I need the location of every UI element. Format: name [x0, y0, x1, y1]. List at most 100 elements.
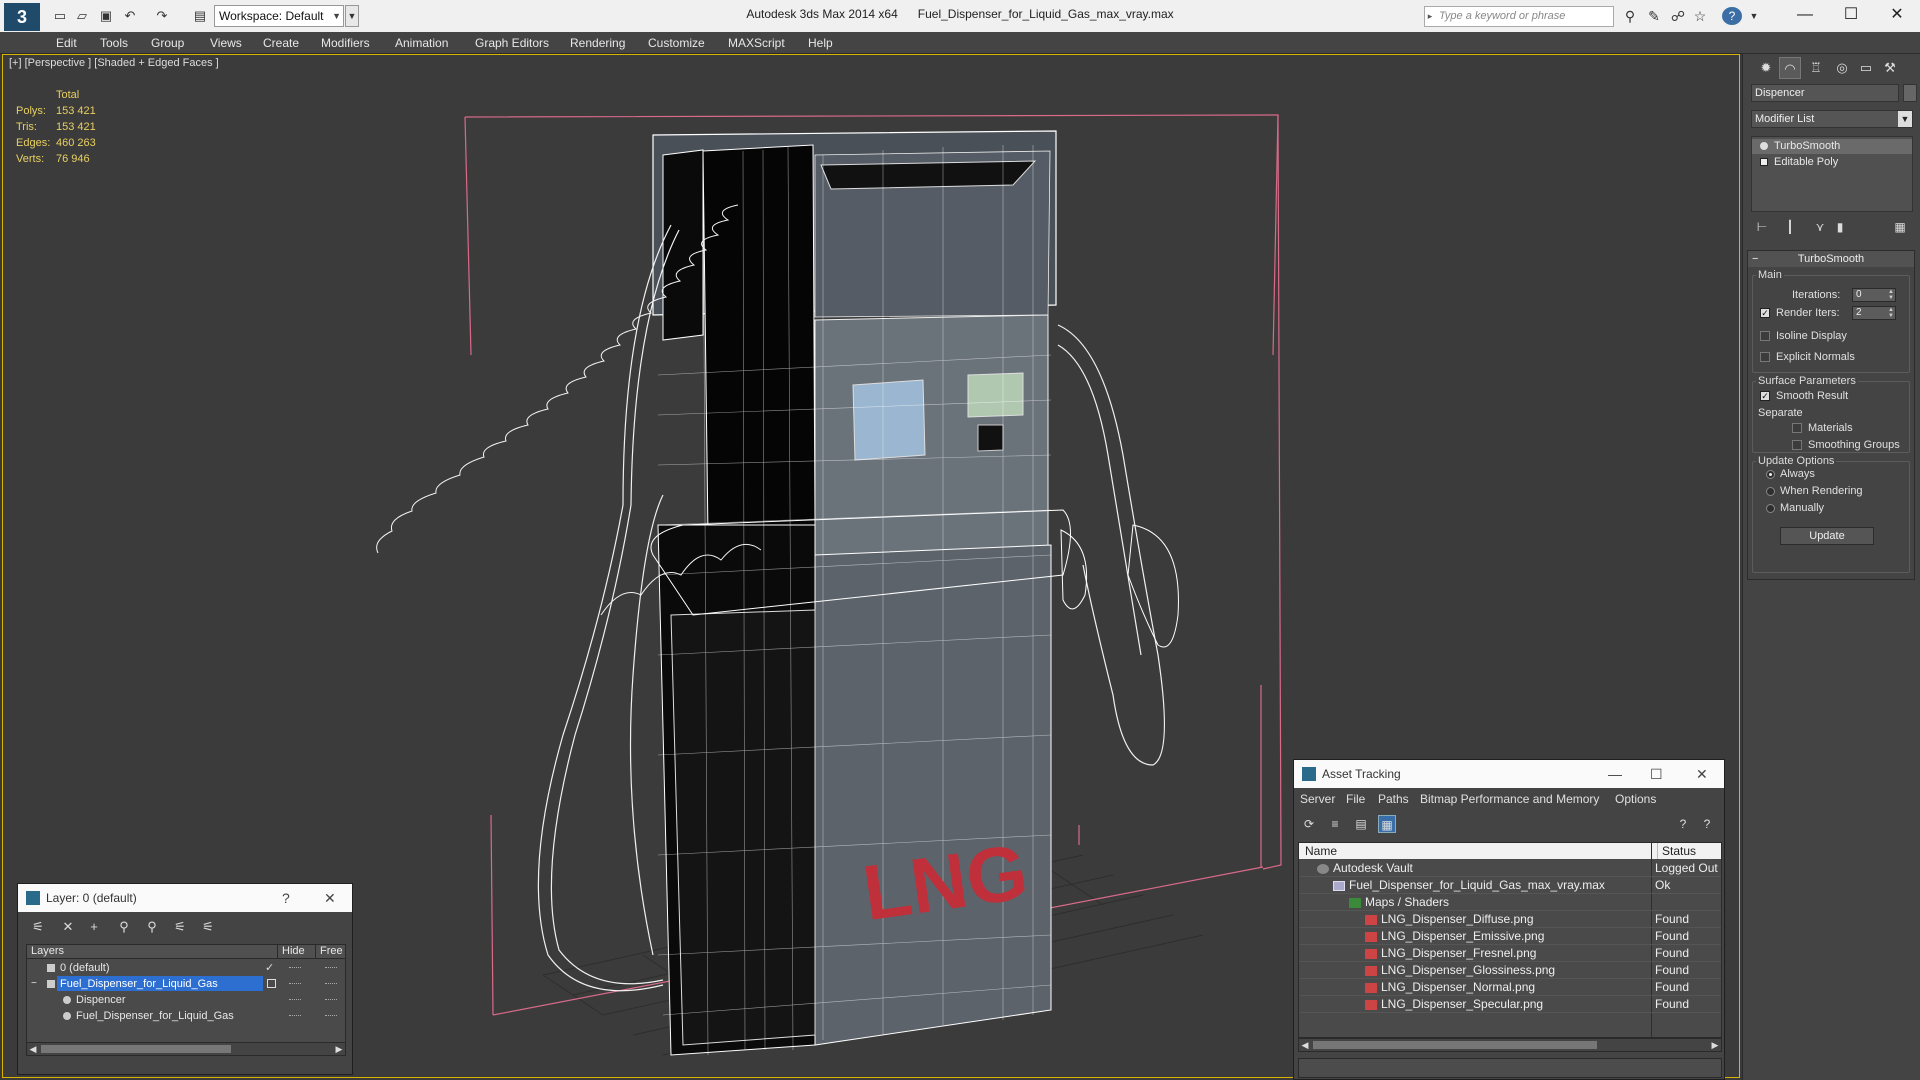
asset-window-titlebar[interactable]: Asset Tracking — ☐ ✕: [1294, 760, 1724, 788]
freeze-toggle[interactable]: [325, 1015, 337, 1016]
asset-menu-server[interactable]: Server: [1300, 792, 1335, 806]
options-help-icon[interactable]: ?: [1698, 815, 1716, 833]
motion-tab-icon[interactable]: ◎: [1831, 57, 1853, 79]
maximize-icon[interactable]: ☐: [1650, 760, 1663, 788]
asset-row[interactable]: LNG_Dispenser_Fresnel.png Found: [1299, 945, 1721, 962]
spinner-arrows-icon[interactable]: ▲ ▼: [1887, 289, 1895, 301]
configure-sets-icon[interactable]: ▦: [1891, 218, 1909, 236]
help-icon[interactable]: ?: [1722, 7, 1742, 25]
menu-views[interactable]: Views: [210, 36, 242, 50]
asset-horizontal-scrollbar[interactable]: ◀ ▶: [1298, 1038, 1722, 1052]
stack-item-turbosmooth[interactable]: TurboSmooth: [1752, 139, 1912, 154]
help-icon[interactable]: ?: [1674, 815, 1692, 833]
layer-window-titlebar[interactable]: Layer: 0 (default) ? ✕: [18, 884, 352, 912]
menu-help[interactable]: Help: [808, 36, 833, 50]
freeze-column-header[interactable]: Free: [315, 945, 343, 958]
modify-tab-icon[interactable]: ◠: [1779, 57, 1801, 79]
explicit-normals-checkbox[interactable]: [1760, 352, 1770, 362]
add-layer-icon[interactable]: +: [84, 918, 104, 936]
asset-row[interactable]: LNG_Dispenser_Diffuse.png Found: [1299, 911, 1721, 928]
search-input[interactable]: Type a keyword or phrase: [1424, 6, 1614, 27]
object-name-field[interactable]: Dispencer: [1751, 84, 1899, 102]
close-icon[interactable]: ✕: [1874, 0, 1920, 32]
status-column-header[interactable]: Status: [1657, 843, 1696, 859]
hide-toggle[interactable]: [289, 967, 301, 968]
manually-radio[interactable]: [1766, 504, 1775, 513]
menu-customize[interactable]: Customize: [648, 36, 705, 50]
layer-row[interactable]: − Fuel_Dispenser_for_Liquid_Gas: [27, 976, 345, 992]
scroll-right-icon[interactable]: ▶: [1709, 1039, 1721, 1051]
asset-row[interactable]: LNG_Dispenser_Emissive.png Found: [1299, 928, 1721, 945]
asset-row[interactable]: LNG_Dispenser_Normal.png Found: [1299, 979, 1721, 996]
object-color-swatch[interactable]: [1903, 84, 1917, 102]
asset-row[interactable]: LNG_Dispenser_Glossiness.png Found: [1299, 962, 1721, 979]
add-selection-to-layer-icon[interactable]: ⚲: [114, 918, 134, 936]
asset-menu-bitmap-performance[interactable]: Bitmap Performance and Memory: [1420, 792, 1599, 806]
scroll-left-icon[interactable]: ◀: [1299, 1039, 1311, 1051]
materials-checkbox[interactable]: [1792, 423, 1802, 433]
refresh-icon[interactable]: ⟳: [1300, 815, 1318, 833]
detail-view-icon[interactable]: ▤: [1352, 815, 1370, 833]
isoline-display-checkbox[interactable]: [1760, 331, 1770, 341]
menu-rendering[interactable]: Rendering: [570, 36, 625, 50]
update-button[interactable]: Update: [1780, 527, 1874, 545]
remove-modifier-icon[interactable]: ▮: [1831, 218, 1849, 236]
layer-help-icon[interactable]: ?: [282, 884, 290, 912]
layers-column-header[interactable]: Layers: [31, 945, 64, 958]
layers-horizontal-scrollbar[interactable]: ◀ ▶: [26, 1042, 346, 1056]
hide-toggle[interactable]: [289, 983, 301, 984]
asset-menu-paths[interactable]: Paths: [1378, 792, 1409, 806]
active-layer-check-icon[interactable]: ✓: [265, 960, 274, 976]
menu-graph-editors[interactable]: Graph Editors: [475, 36, 549, 50]
hierarchy-tab-icon[interactable]: ♖: [1805, 57, 1827, 79]
hide-toggle[interactable]: [289, 1015, 301, 1016]
pin-stack-icon[interactable]: ⊢: [1753, 218, 1771, 236]
menu-group[interactable]: Group: [151, 36, 184, 50]
render-iters-spinner[interactable]: 2 ▲ ▼: [1852, 306, 1896, 320]
spinner-arrows-icon[interactable]: ▲ ▼: [1887, 307, 1895, 319]
menu-modifiers[interactable]: Modifiers: [321, 36, 370, 50]
delete-layer-icon[interactable]: ✕: [58, 918, 78, 936]
render-iters-checkbox[interactable]: ✓: [1760, 308, 1770, 318]
display-tab-icon[interactable]: ▭: [1855, 57, 1877, 79]
list-view-icon[interactable]: ≡: [1326, 815, 1344, 833]
make-unique-icon[interactable]: ⋎: [1811, 218, 1829, 236]
binoculars-icon[interactable]: ⚲: [1620, 7, 1640, 25]
asset-row[interactable]: LNG_Dispenser_Specular.png Found: [1299, 996, 1721, 1013]
close-icon[interactable]: ✕: [1696, 760, 1708, 788]
hide-toggle[interactable]: [289, 999, 301, 1000]
show-end-result-icon[interactable]: ┃: [1781, 218, 1799, 236]
communication-icon[interactable]: ☍: [1668, 7, 1688, 25]
always-radio[interactable]: [1766, 470, 1775, 479]
maximize-icon[interactable]: ☐: [1828, 0, 1874, 32]
layer-row[interactable]: Dispencer: [27, 992, 345, 1008]
scroll-left-icon[interactable]: ◀: [27, 1043, 39, 1055]
active-layer-box-icon[interactable]: [267, 979, 276, 988]
lightbulb-icon[interactable]: [1760, 142, 1768, 150]
layer-row[interactable]: Fuel_Dispenser_for_Liquid_Gas: [27, 1008, 345, 1024]
menu-edit[interactable]: Edit: [56, 36, 77, 50]
menu-animation[interactable]: Animation: [395, 36, 448, 50]
iterations-spinner[interactable]: 0 ▲ ▼: [1852, 288, 1896, 302]
highlight-layer-icon[interactable]: ⚟: [170, 918, 190, 936]
expand-plus-icon[interactable]: [1760, 158, 1768, 166]
menu-maxscript[interactable]: MAXScript: [728, 36, 785, 50]
asset-row[interactable]: Autodesk Vault Logged Out: [1299, 860, 1721, 877]
close-icon[interactable]: ✕: [324, 884, 336, 912]
select-objects-in-layer-icon[interactable]: ⚲: [142, 918, 162, 936]
rollout-header[interactable]: − TurboSmooth: [1748, 251, 1914, 267]
smoothing-groups-checkbox[interactable]: [1792, 440, 1802, 450]
freeze-toggle[interactable]: [325, 999, 337, 1000]
when-rendering-radio[interactable]: [1766, 487, 1775, 496]
scroll-thumb[interactable]: [1313, 1041, 1597, 1049]
asset-menu-options[interactable]: Options: [1615, 792, 1656, 806]
help-dropdown-icon[interactable]: ▼: [1744, 7, 1764, 25]
hide-column-header[interactable]: Hide: [277, 945, 305, 958]
modifier-list-dropdown[interactable]: Modifier List ▼: [1751, 110, 1913, 128]
asset-row[interactable]: Maps / Shaders: [1299, 894, 1721, 911]
smooth-result-checkbox[interactable]: ✓: [1760, 391, 1770, 401]
stack-item-editable-poly[interactable]: Editable Poly: [1752, 155, 1912, 170]
asset-row[interactable]: Fuel_Dispenser_for_Liquid_Gas_max_vray.m…: [1299, 877, 1721, 894]
asset-menu-file[interactable]: File: [1346, 792, 1365, 806]
freeze-toggle[interactable]: [325, 967, 337, 968]
